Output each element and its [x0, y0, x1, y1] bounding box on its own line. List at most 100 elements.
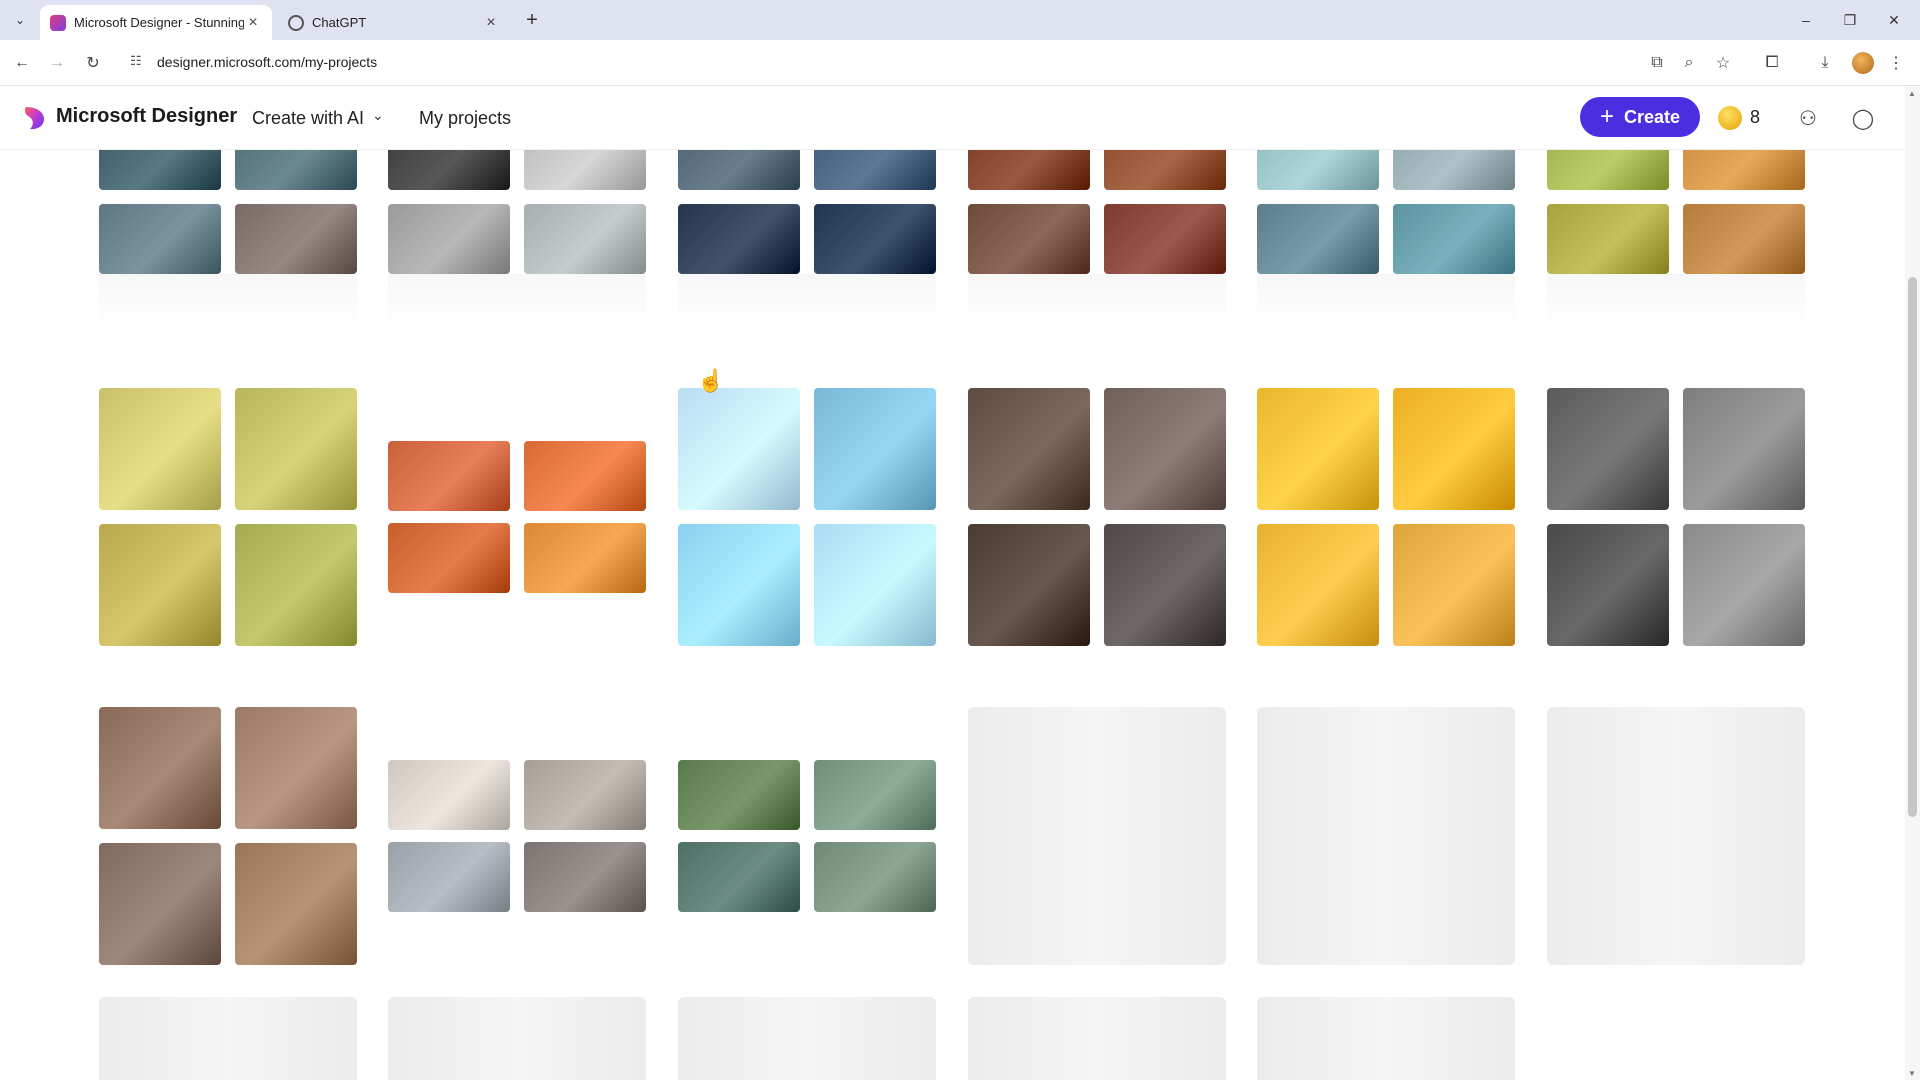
share-feedback-icon[interactable]: ⚇	[1793, 103, 1823, 133]
project-thumbnail[interactable]	[1257, 150, 1379, 190]
project-thumbnail[interactable]	[524, 204, 646, 274]
back-icon[interactable]: ←	[10, 51, 34, 75]
zoom-icon[interactable]: ⌕	[1677, 51, 1701, 75]
project-thumbnail[interactable]	[388, 760, 510, 830]
install-app-icon[interactable]: ⧉	[1645, 51, 1669, 75]
new-tab-button[interactable]: +	[520, 8, 544, 32]
project-thumbnail[interactable]	[388, 204, 510, 274]
project-thumbnail[interactable]	[524, 760, 646, 830]
project-thumbnail[interactable]	[388, 441, 510, 511]
project-thumbnail[interactable]	[814, 524, 936, 646]
project-card-magnifying-glass-paper[interactable]	[388, 707, 646, 965]
project-thumbnail[interactable]	[235, 150, 357, 190]
project-card-fashion-flatlay[interactable]	[1547, 388, 1805, 646]
project-thumbnail[interactable]	[678, 150, 800, 190]
project-thumbnail[interactable]	[1257, 388, 1379, 510]
project-thumbnail[interactable]	[678, 204, 800, 274]
project-thumbnail[interactable]	[1257, 204, 1379, 274]
project-thumbnail[interactable]	[1393, 150, 1515, 190]
project-thumbnail[interactable]	[1104, 204, 1226, 274]
project-thumbnail[interactable]	[235, 388, 357, 510]
project-thumbnail[interactable]	[1683, 204, 1805, 274]
project-thumbnail[interactable]	[99, 524, 221, 646]
project-card-playful-puppy-toys[interactable]	[1547, 150, 1805, 380]
project-thumbnail[interactable]	[1104, 388, 1226, 510]
project-thumbnail[interactable]	[524, 842, 646, 912]
tab-chatgpt[interactable]: ChatGPT ×	[278, 5, 510, 40]
project-card-tech-gadgets-monochrome[interactable]	[388, 150, 646, 380]
downloads-icon[interactable]: ⤓	[1813, 51, 1837, 75]
browser-menu-icon[interactable]: ⋮	[1884, 51, 1908, 75]
project-thumbnail[interactable]	[235, 707, 357, 829]
project-thumbnail[interactable]	[1104, 524, 1226, 646]
project-thumbnail[interactable]	[968, 388, 1090, 510]
close-tab-icon[interactable]: ×	[244, 14, 262, 32]
project-thumbnail[interactable]	[678, 760, 800, 830]
scroll-thumb[interactable]	[1908, 277, 1917, 817]
scroll-down-arrow-icon[interactable]: ▼	[1908, 1069, 1916, 1078]
project-card-mountain-hiker[interactable]	[99, 707, 357, 965]
project-thumbnail[interactable]	[1683, 150, 1805, 190]
project-thumbnail[interactable]	[235, 524, 357, 646]
project-thumbnail[interactable]	[1683, 524, 1805, 646]
page-scrollbar[interactable]: ▲ ▼	[1905, 87, 1920, 1080]
project-thumbnail[interactable]	[678, 388, 800, 510]
project-thumbnail[interactable]	[968, 204, 1090, 274]
project-thumbnail[interactable]	[814, 388, 936, 510]
project-thumbnail[interactable]	[1547, 524, 1669, 646]
project-thumbnail[interactable]	[1547, 150, 1669, 190]
project-thumbnail[interactable]	[235, 204, 357, 274]
tab-microsoft-designer[interactable]: Microsoft Designer - Stunning ×	[40, 5, 272, 40]
close-tab-icon[interactable]: ×	[482, 14, 500, 32]
project-thumbnail[interactable]	[678, 524, 800, 646]
my-projects-link[interactable]: My projects	[419, 108, 511, 129]
scroll-up-arrow-icon[interactable]: ▲	[1908, 89, 1916, 98]
project-thumbnail[interactable]	[99, 843, 221, 965]
account-icon[interactable]: ◯	[1848, 103, 1878, 133]
bookmark-star-icon[interactable]: ☆	[1711, 51, 1735, 75]
restore-button[interactable]: ❐	[1830, 8, 1870, 32]
project-thumbnail[interactable]	[1104, 150, 1226, 190]
project-thumbnail[interactable]	[814, 842, 936, 912]
project-card-happy-dog-portraits[interactable]	[968, 388, 1226, 646]
site-info-icon[interactable]: ☷	[130, 53, 148, 71]
project-thumbnail[interactable]	[99, 707, 221, 829]
project-thumbnail[interactable]	[388, 523, 510, 593]
project-thumbnail[interactable]	[814, 204, 936, 274]
project-card-smart-city-blueprint[interactable]	[1257, 150, 1515, 380]
project-thumbnail[interactable]	[524, 523, 646, 593]
project-thumbnail[interactable]	[1547, 388, 1669, 510]
project-card-cartoon-dog-autumn[interactable]	[388, 388, 646, 646]
create-with-ai-menu[interactable]: Create with AI	[252, 108, 364, 129]
project-thumbnail[interactable]	[388, 150, 510, 190]
project-card-woof-pug-comic[interactable]	[1257, 388, 1515, 646]
browser-profile-avatar[interactable]	[1852, 52, 1874, 74]
project-thumbnail[interactable]	[814, 760, 936, 830]
address-bar[interactable]: designer.microsoft.com/my-projects	[157, 54, 377, 70]
project-thumbnail[interactable]	[1393, 524, 1515, 646]
project-card-vintage-marketplace[interactable]	[968, 150, 1226, 380]
project-thumbnail[interactable]	[1547, 204, 1669, 274]
tab-search-chevron-icon[interactable]: ⌄	[8, 8, 32, 32]
project-card-fintech-ai-concept[interactable]	[99, 150, 357, 380]
minimize-button[interactable]: –	[1786, 8, 1826, 32]
project-thumbnail[interactable]	[1393, 388, 1515, 510]
project-thumbnail[interactable]	[678, 842, 800, 912]
project-card-future-city-finance[interactable]	[678, 150, 936, 380]
project-thumbnail[interactable]	[968, 150, 1090, 190]
close-window-button[interactable]: ✕	[1874, 8, 1914, 32]
project-thumbnail[interactable]	[235, 843, 357, 965]
create-button[interactable]: + Create	[1580, 97, 1700, 137]
project-thumbnail[interactable]	[968, 524, 1090, 646]
forward-icon[interactable]: →	[45, 51, 69, 75]
project-thumbnail[interactable]	[99, 204, 221, 274]
project-thumbnail[interactable]	[1683, 388, 1805, 510]
project-card-golden-puppy-meadow[interactable]	[99, 388, 357, 646]
project-thumbnail[interactable]	[388, 842, 510, 912]
project-card-digital-landscape[interactable]	[678, 707, 936, 965]
boost-coin-icon[interactable]	[1718, 106, 1742, 130]
extensions-icon[interactable]: ⧠	[1760, 51, 1784, 75]
project-thumbnail[interactable]	[99, 388, 221, 510]
project-thumbnail[interactable]	[1257, 524, 1379, 646]
chevron-down-icon[interactable]: ⌄	[372, 107, 384, 124]
